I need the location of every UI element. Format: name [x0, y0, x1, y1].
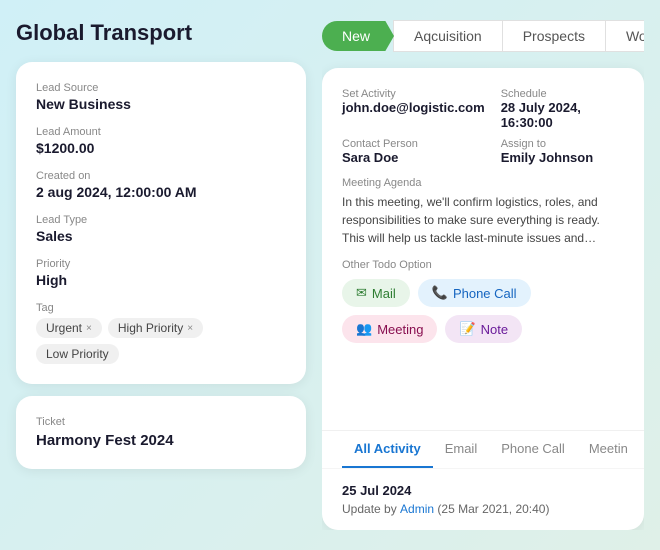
lead-source-label: Lead Source — [36, 82, 286, 94]
tag-label: Tag — [36, 302, 286, 314]
todo-btn-label-note: Note — [481, 322, 508, 337]
tag-item: Urgent × — [36, 318, 102, 338]
timeline-section: 25 Jul 2024 Update by Admin (25 Mar 2021… — [322, 468, 644, 530]
set-activity-group: Set Activity john.doe@logistic.com — [342, 88, 485, 130]
created-on-group: Created on 2 aug 2024, 12:00:00 AM — [36, 170, 286, 200]
lead-amount-group: Lead Amount $1200.00 — [36, 126, 286, 156]
assign-to-value: Emily Johnson — [501, 150, 624, 165]
lead-type-label: Lead Type — [36, 214, 286, 226]
ticket-value: Harmony Fest 2024 — [36, 432, 286, 449]
bottom-tab-meetin[interactable]: Meetin — [577, 431, 640, 468]
bottom-tab-all-activity[interactable]: All Activity — [342, 431, 433, 468]
assign-to-label: Assign to — [501, 138, 624, 150]
assign-to-group: Assign to Emily Johnson — [501, 138, 624, 165]
timeline-admin-link[interactable]: Admin — [400, 502, 434, 516]
lead-amount-label: Lead Amount — [36, 126, 286, 138]
tag-item: High Priority × — [108, 318, 203, 338]
contact-person-value: Sara Doe — [342, 150, 485, 165]
stage-tab-won[interactable]: Won — [605, 20, 644, 52]
set-activity-value: john.doe@logistic.com — [342, 100, 485, 115]
lead-type-group: Lead Type Sales — [36, 214, 286, 244]
tag-remove-icon[interactable]: × — [86, 323, 92, 334]
bottom-tab-email[interactable]: Email — [433, 431, 490, 468]
todo-label: Other Todo Option — [342, 259, 624, 271]
lead-source-value: New Business — [36, 96, 286, 112]
lead-type-value: Sales — [36, 228, 286, 244]
todo-buttons: ✉ Mail 📞 Phone Call 👥 Meeting 📝 Note — [342, 279, 624, 343]
meeting-agenda-label: Meeting Agenda — [342, 177, 624, 189]
stage-tab-new[interactable]: New — [322, 21, 394, 51]
meeting-agenda-group: Meeting Agenda In this meeting, we'll co… — [342, 177, 624, 247]
left-panel: Global Transport Lead Source New Busines… — [16, 20, 306, 530]
priority-label: Priority — [36, 258, 286, 270]
content-card: Set Activity john.doe@logistic.com Sched… — [322, 68, 644, 530]
todo-btn-note[interactable]: 📝 Note — [445, 315, 522, 343]
stage-tab-prospects[interactable]: Prospects — [502, 20, 606, 52]
tag-remove-icon[interactable]: × — [187, 323, 193, 334]
note-icon: 📝 — [459, 321, 475, 337]
stage-tab-aqcuisition[interactable]: Aqcuisition — [393, 20, 503, 52]
todo-btn-mail[interactable]: ✉ Mail — [342, 279, 410, 307]
contact-person-label: Contact Person — [342, 138, 485, 150]
schedule-label: Schedule — [501, 88, 624, 100]
bottom-tab-phone-call[interactable]: Phone Call — [489, 431, 577, 468]
contact-person-group: Contact Person Sara Doe — [342, 138, 485, 165]
todo-btn-label-phone: Phone Call — [453, 286, 517, 301]
todo-btn-label-mail: Mail — [372, 286, 396, 301]
tags-row: Urgent × High Priority × Low Priority — [36, 318, 286, 364]
tag-group: Tag Urgent × High Priority × Low Priority — [36, 302, 286, 364]
timeline-update: Update by Admin (25 Mar 2021, 20:40) — [342, 502, 624, 516]
phone-icon: 📞 — [432, 285, 448, 301]
set-activity-label: Set Activity — [342, 88, 485, 100]
priority-group: Priority High — [36, 258, 286, 288]
lead-amount-value: $1200.00 — [36, 140, 286, 156]
todo-btn-meeting[interactable]: 👥 Meeting — [342, 315, 437, 343]
main-container: Global Transport Lead Source New Busines… — [0, 0, 660, 550]
ticket-label: Ticket — [36, 416, 286, 428]
created-on-label: Created on — [36, 170, 286, 182]
lead-info-card: Lead Source New Business Lead Amount $12… — [16, 62, 306, 384]
todo-group: Other Todo Option ✉ Mail 📞 Phone Call 👥 Meeti… — [342, 259, 624, 343]
todo-btn-label-meeting: Meeting — [377, 322, 423, 337]
meeting-icon: 👥 — [356, 321, 372, 337]
priority-value: High — [36, 272, 286, 288]
tag-item: Low Priority — [36, 344, 119, 364]
activity-grid: Set Activity john.doe@logistic.com Sched… — [342, 88, 624, 165]
schedule-group: Schedule 28 July 2024, 16:30:00 — [501, 88, 624, 130]
content-inner: Set Activity john.doe@logistic.com Sched… — [322, 68, 644, 418]
schedule-value: 28 July 2024, 16:30:00 — [501, 100, 624, 130]
meeting-agenda-text: In this meeting, we'll confirm logistics… — [342, 193, 624, 247]
bottom-tabs: All ActivityEmailPhone CallMeetin — [322, 430, 644, 468]
right-panel: NewAqcuisitionProspectsWonLos Set Activi… — [322, 20, 644, 530]
mail-icon: ✉ — [356, 285, 367, 301]
stage-tabs: NewAqcuisitionProspectsWonLos — [322, 20, 644, 52]
ticket-card: Ticket Harmony Fest 2024 — [16, 396, 306, 469]
lead-source-group: Lead Source New Business — [36, 82, 286, 112]
created-on-value: 2 aug 2024, 12:00:00 AM — [36, 184, 286, 200]
page-title: Global Transport — [16, 20, 306, 46]
todo-btn-phone[interactable]: 📞 Phone Call — [418, 279, 531, 307]
timeline-date: 25 Jul 2024 — [342, 483, 624, 498]
